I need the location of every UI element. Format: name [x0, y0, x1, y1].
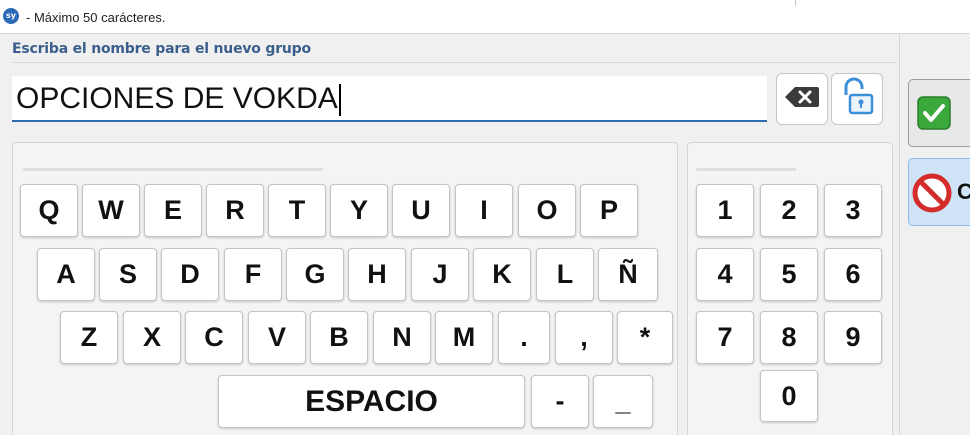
- numpad-key-1[interactable]: 1: [696, 184, 754, 237]
- numpad-key-3[interactable]: 3: [824, 184, 882, 237]
- numpad-key-8[interactable]: 8: [760, 311, 818, 364]
- panel-grip: [23, 168, 323, 171]
- key-x[interactable]: X: [123, 311, 181, 364]
- background-window-edge: [795, 0, 970, 6]
- key-r[interactable]: R: [206, 184, 264, 237]
- key-m[interactable]: M: [435, 311, 493, 364]
- window-title: - Máximo 50 carácteres.: [26, 10, 166, 25]
- key-z[interactable]: Z: [60, 311, 118, 364]
- key-l[interactable]: L: [536, 248, 594, 301]
- key-a[interactable]: A: [37, 248, 95, 301]
- key-v[interactable]: V: [248, 311, 306, 364]
- key-w[interactable]: W: [82, 184, 140, 237]
- key-k[interactable]: K: [473, 248, 531, 301]
- key-enye[interactable]: Ñ: [598, 248, 658, 301]
- numpad-key-2[interactable]: 2: [760, 184, 818, 237]
- title-bar: sy - Máximo 50 carácteres.: [0, 0, 970, 34]
- numpad-key-4[interactable]: 4: [696, 248, 754, 301]
- vertical-divider: [899, 34, 900, 435]
- lock-toggle-button[interactable]: [831, 73, 883, 125]
- numpad-key-7[interactable]: 7: [696, 311, 754, 364]
- key-s[interactable]: S: [99, 248, 157, 301]
- key-e[interactable]: E: [144, 184, 202, 237]
- panel-grip: [696, 168, 796, 171]
- backspace-button[interactable]: [776, 73, 828, 125]
- text-caret: [338, 84, 341, 117]
- key-q[interactable]: Q: [20, 184, 78, 237]
- numpad-key-0[interactable]: 0: [760, 370, 818, 422]
- key-b[interactable]: B: [310, 311, 368, 364]
- numpad-key-6[interactable]: 6: [824, 248, 882, 301]
- backspace-icon: [784, 85, 820, 114]
- checkmark-icon: [917, 96, 951, 135]
- key-h[interactable]: H: [348, 248, 406, 301]
- input-prompt-label: Escriba el nombre para el nuevo grupo: [12, 41, 311, 57]
- key-i[interactable]: I: [455, 184, 513, 237]
- key-j[interactable]: J: [411, 248, 469, 301]
- key-c[interactable]: C: [185, 311, 243, 364]
- numpad-key-5[interactable]: 5: [760, 248, 818, 301]
- key-dash[interactable]: -: [531, 375, 589, 428]
- key-asterisk[interactable]: *: [617, 311, 673, 364]
- numpad-key-9[interactable]: 9: [824, 311, 882, 364]
- app-logo-icon: sy: [3, 8, 19, 24]
- group-name-value: OPCIONES DE VOKDA: [16, 82, 338, 115]
- key-o[interactable]: O: [518, 184, 576, 237]
- accept-button[interactable]: [908, 79, 970, 147]
- cancel-button[interactable]: C: [908, 158, 970, 226]
- unlock-icon: [840, 77, 874, 122]
- key-g[interactable]: G: [286, 248, 344, 301]
- key-underscore[interactable]: _: [593, 375, 653, 428]
- key-comma[interactable]: ,: [555, 311, 613, 364]
- key-t[interactable]: T: [268, 184, 326, 237]
- cancel-icon: [912, 173, 952, 218]
- cancel-button-label: C: [957, 179, 970, 204]
- key-p[interactable]: P: [580, 184, 638, 237]
- key-f[interactable]: F: [224, 248, 282, 301]
- key-period[interactable]: .: [498, 311, 550, 364]
- key-u[interactable]: U: [392, 184, 450, 237]
- key-n[interactable]: N: [373, 311, 431, 364]
- space-key[interactable]: ESPACIO: [218, 375, 525, 428]
- group-name-input[interactable]: OPCIONES DE VOKDA: [12, 76, 767, 122]
- key-y[interactable]: Y: [330, 184, 388, 237]
- prompt-divider: [12, 62, 897, 63]
- key-d[interactable]: D: [161, 248, 219, 301]
